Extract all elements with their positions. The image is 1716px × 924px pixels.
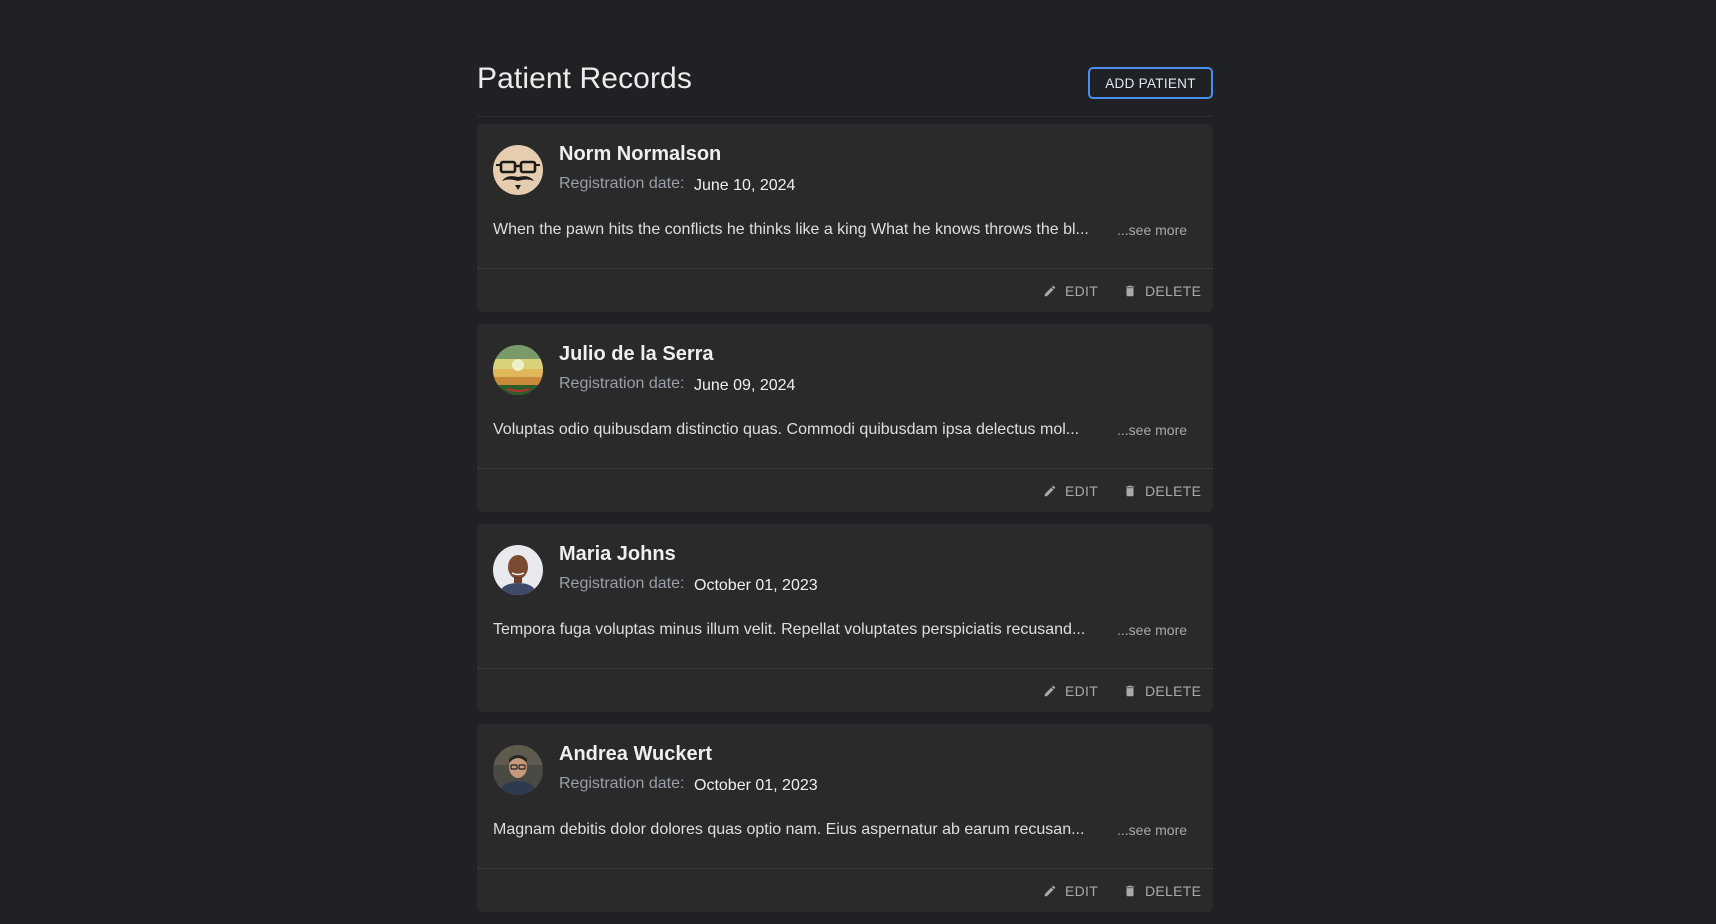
- see-more-link[interactable]: ...see more: [1117, 422, 1187, 438]
- edit-button[interactable]: EDIT: [1043, 483, 1098, 499]
- pencil-icon: [1043, 284, 1057, 298]
- registration-date: October 01, 2023: [694, 777, 818, 794]
- registration-label: Registration date:: [559, 575, 685, 592]
- trash-icon: [1123, 284, 1137, 298]
- mustache-glasses-avatar-icon: [493, 145, 543, 195]
- registration-date: October 01, 2023: [694, 577, 818, 594]
- delete-label: DELETE: [1145, 683, 1202, 699]
- portrait-photo-avatar: [493, 545, 543, 595]
- patient-records-page: Patient Records ADD PATIENT Norm Normals…: [477, 0, 1213, 912]
- patient-name: Norm Normalson: [559, 143, 722, 165]
- patient-card: Andrea Wuckert Registration date: Octobe…: [477, 724, 1213, 912]
- add-patient-button[interactable]: ADD PATIENT: [1088, 67, 1213, 99]
- trash-icon: [1123, 884, 1137, 898]
- delete-label: DELETE: [1145, 483, 1202, 499]
- delete-button[interactable]: DELETE: [1123, 283, 1201, 299]
- edit-label: EDIT: [1065, 483, 1099, 499]
- see-more-link[interactable]: ...see more: [1117, 622, 1187, 638]
- patient-name: Julio de la Serra: [559, 343, 714, 365]
- patient-description: When the pawn hits the conflicts he thin…: [493, 221, 1089, 238]
- see-more-link[interactable]: ...see more: [1117, 222, 1187, 238]
- edit-label: EDIT: [1065, 883, 1099, 899]
- pencil-icon: [1043, 684, 1057, 698]
- edit-button[interactable]: EDIT: [1043, 283, 1098, 299]
- delete-button[interactable]: DELETE: [1123, 483, 1201, 499]
- see-more-link[interactable]: ...see more: [1117, 822, 1187, 838]
- patient-name: Maria Johns: [559, 543, 676, 565]
- pencil-icon: [1043, 884, 1057, 898]
- trash-icon: [1123, 684, 1137, 698]
- delete-label: DELETE: [1145, 283, 1202, 299]
- delete-label: DELETE: [1145, 883, 1202, 899]
- registration-date: June 10, 2024: [694, 177, 796, 194]
- edit-label: EDIT: [1065, 683, 1099, 699]
- card-actions: EDIT DELETE: [477, 268, 1213, 312]
- card-actions: EDIT DELETE: [477, 468, 1213, 512]
- edit-button[interactable]: EDIT: [1043, 683, 1098, 699]
- patient-description: Voluptas odio quibusdam distinctio quas.…: [493, 421, 1080, 438]
- delete-button[interactable]: DELETE: [1123, 683, 1201, 699]
- portrait-photo-avatar: [493, 745, 543, 795]
- card-actions: EDIT DELETE: [477, 668, 1213, 712]
- page-title: Patient Records: [477, 62, 692, 95]
- patient-card: Norm Normalson Registration date: June 1…: [477, 124, 1213, 312]
- patient-list: Norm Normalson Registration date: June 1…: [477, 124, 1213, 924]
- patient-description: Magnam debitis dolor dolores quas optio …: [493, 821, 1085, 838]
- patient-card: Maria Johns Registration date: October 0…: [477, 524, 1213, 712]
- card-actions: EDIT DELETE: [477, 868, 1213, 912]
- registration-label: Registration date:: [559, 375, 685, 392]
- edit-button[interactable]: EDIT: [1043, 883, 1098, 899]
- trash-icon: [1123, 484, 1137, 498]
- patient-card: Julio de la Serra Registration date: Jun…: [477, 324, 1213, 512]
- registration-date: June 09, 2024: [694, 377, 796, 394]
- pencil-icon: [1043, 484, 1057, 498]
- patient-name: Andrea Wuckert: [559, 743, 713, 765]
- registration-label: Registration date:: [559, 775, 685, 792]
- landscape-photo-avatar: [493, 345, 543, 395]
- patient-description: Tempora fuga voluptas minus illum velit.…: [493, 621, 1086, 638]
- edit-label: EDIT: [1065, 283, 1099, 299]
- registration-label: Registration date:: [559, 175, 685, 192]
- delete-button[interactable]: DELETE: [1123, 883, 1201, 899]
- page-header: Patient Records ADD PATIENT: [477, 0, 1213, 117]
